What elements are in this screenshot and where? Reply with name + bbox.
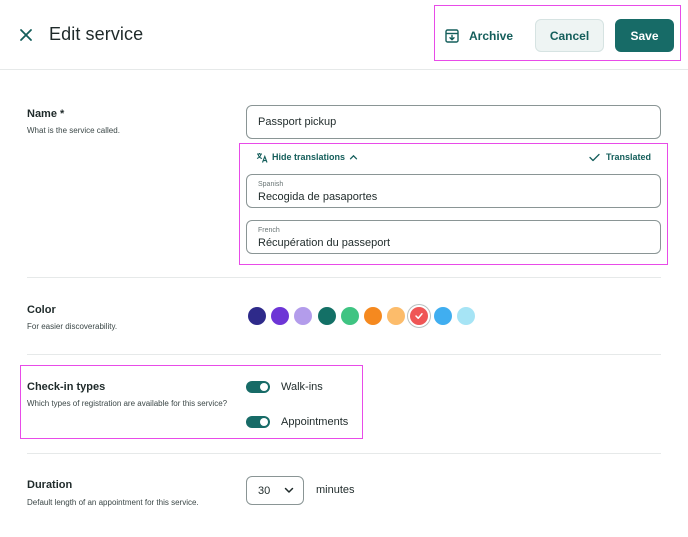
color-swatch[interactable] bbox=[271, 307, 290, 325]
color-help: For easier discoverability. bbox=[27, 322, 118, 331]
color-swatch[interactable] bbox=[317, 307, 336, 325]
translated-label: Translated bbox=[606, 152, 652, 162]
name-input[interactable]: Passport pickup bbox=[246, 105, 661, 139]
name-help: What is the service called. bbox=[27, 126, 120, 135]
duration-unit: minutes bbox=[316, 484, 355, 496]
archive-button[interactable]: Archive bbox=[445, 25, 513, 47]
walk-ins-toggle[interactable] bbox=[246, 381, 270, 393]
hide-translations-label: Hide translations bbox=[272, 152, 346, 162]
toggle-knob bbox=[260, 383, 268, 391]
close-button[interactable] bbox=[16, 25, 36, 45]
save-button[interactable]: Save bbox=[615, 19, 674, 52]
color-swatch[interactable] bbox=[456, 307, 475, 325]
chevron-down-icon bbox=[284, 487, 294, 493]
duration-value: 30 bbox=[258, 484, 271, 497]
chevron-up-icon bbox=[349, 154, 358, 160]
check-icon bbox=[589, 153, 600, 161]
translation-value: Récupération du passeport bbox=[258, 237, 391, 249]
french-translation-input[interactable]: French Récupération du passeport bbox=[246, 220, 661, 254]
check-icon bbox=[415, 313, 424, 319]
duration-select[interactable]: 30 bbox=[246, 476, 304, 505]
duration-label: Duration bbox=[27, 479, 73, 491]
translation-value: Recogida de pasaportes bbox=[258, 191, 378, 203]
close-icon bbox=[20, 29, 32, 41]
name-label: Name * bbox=[27, 108, 65, 120]
appointments-toggle[interactable] bbox=[246, 416, 270, 428]
translation-language: French bbox=[258, 227, 280, 234]
translation-language: Spanish bbox=[258, 181, 284, 188]
archive-box-icon bbox=[445, 29, 459, 43]
color-swatch[interactable] bbox=[433, 307, 452, 325]
archive-label: Archive bbox=[469, 29, 514, 43]
page-title: Edit service bbox=[49, 24, 144, 44]
translate-icon bbox=[256, 152, 268, 163]
checkin-label: Check-in types bbox=[27, 381, 106, 393]
color-swatch[interactable] bbox=[294, 307, 313, 325]
color-label: Color bbox=[27, 304, 56, 316]
spanish-translation-input[interactable]: Spanish Recogida de pasaportes bbox=[246, 174, 661, 208]
divider bbox=[27, 453, 661, 454]
toggle-knob bbox=[260, 418, 268, 426]
color-swatch[interactable] bbox=[248, 307, 266, 325]
color-swatch[interactable] bbox=[364, 307, 382, 325]
cancel-button[interactable]: Cancel bbox=[535, 19, 604, 52]
translated-status: Translated bbox=[589, 150, 651, 164]
divider bbox=[27, 354, 661, 355]
color-swatch[interactable] bbox=[387, 307, 406, 325]
appointments-label: Appointments bbox=[281, 416, 349, 428]
walk-ins-label: Walk-ins bbox=[281, 381, 323, 393]
duration-help: Default length of an appointment for thi… bbox=[27, 498, 199, 507]
color-swatch[interactable] bbox=[340, 307, 359, 325]
checkin-help: Which types of registration are availabl… bbox=[27, 399, 228, 408]
divider bbox=[27, 277, 661, 278]
color-swatch[interactable] bbox=[410, 307, 429, 325]
hide-translations-toggle[interactable]: Hide translations bbox=[256, 150, 358, 164]
